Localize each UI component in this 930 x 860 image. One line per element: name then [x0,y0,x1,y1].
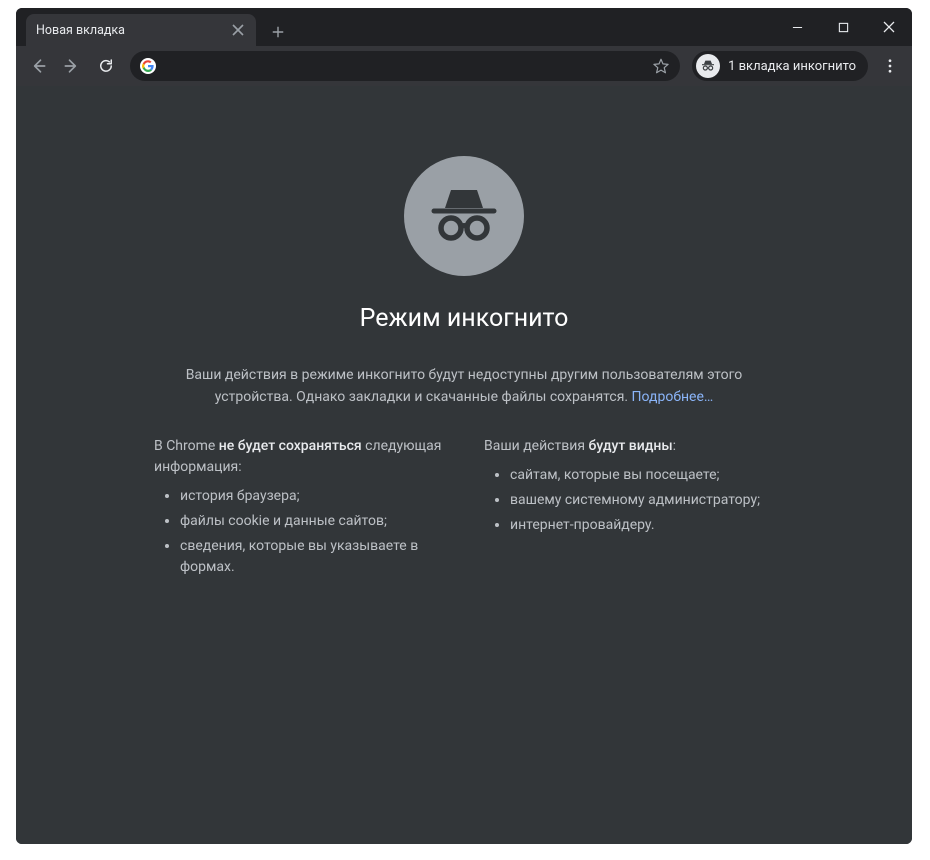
not-saved-column: В Chrome не будет сохраняться следующая … [154,436,444,582]
info-columns: В Chrome не будет сохраняться следующая … [154,436,774,582]
list-item: история браузера; [180,486,444,507]
menu-button[interactable] [874,50,906,82]
intro-text: Ваши действия в режиме инкогнито будут н… [184,365,744,408]
forward-button[interactable] [56,50,88,82]
incognito-icon [428,180,500,252]
minimize-icon [792,22,803,33]
kebab-icon [881,57,899,75]
back-button[interactable] [22,50,54,82]
list-item: сайтам, которые вы посещаете; [510,465,774,486]
visible-to-column: Ваши действия будут видны: сайтам, котор… [484,436,774,582]
window-controls [774,8,912,46]
content-area: Режим инкогнито Ваши действия в режиме и… [16,86,912,844]
incognito-badge-icon [696,54,720,78]
tab-title: Новая вкладка [36,23,222,38]
incognito-chip[interactable]: 1 вкладка инкогнито [692,51,868,81]
close-icon [230,22,246,38]
list-item: сведения, которые вы указываете в формах… [180,536,444,578]
plus-icon [271,25,285,39]
incognito-hero-icon [404,156,524,276]
tab-active[interactable]: Новая вкладка [26,14,256,46]
address-input[interactable] [166,57,644,75]
incognito-chip-label: 1 вкладка инкогнито [728,59,856,74]
arrow-left-icon [28,56,48,76]
window-close-button[interactable] [866,8,912,46]
google-icon [140,58,156,74]
maximize-icon [838,22,849,33]
arrow-right-icon [62,56,82,76]
reload-button[interactable] [90,50,122,82]
close-icon [883,21,895,33]
toolbar: 1 вкладка инкогнито [16,46,912,86]
star-icon [652,57,670,75]
page-title: Режим инкогнито [360,304,569,333]
list-item: файлы cookie и данные сайтов; [180,511,444,532]
address-bar[interactable] [130,51,680,81]
new-tab-button[interactable] [264,18,292,46]
tabstrip: Новая вкладка [16,8,774,46]
bookmark-button[interactable] [652,57,670,75]
titlebar: Новая вкладка [16,8,912,46]
reload-icon [97,57,115,75]
visible-to-heading: Ваши действия будут видны: [484,436,774,457]
incognito-icon [700,58,716,74]
learn-more-link[interactable]: Подробнее… [632,389,714,405]
minimize-button[interactable] [774,8,820,46]
close-tab-button[interactable] [230,22,246,38]
browser-window: Новая вкладка [16,8,912,844]
visible-to-list: сайтам, которые вы посещаете; вашему сис… [484,465,774,536]
list-item: вашему системному администратору; [510,490,774,511]
not-saved-heading: В Chrome не будет сохраняться следующая … [154,436,444,478]
not-saved-list: история браузера; файлы cookie и данные … [154,486,444,578]
maximize-button[interactable] [820,8,866,46]
list-item: интернет-провайдеру. [510,515,774,536]
